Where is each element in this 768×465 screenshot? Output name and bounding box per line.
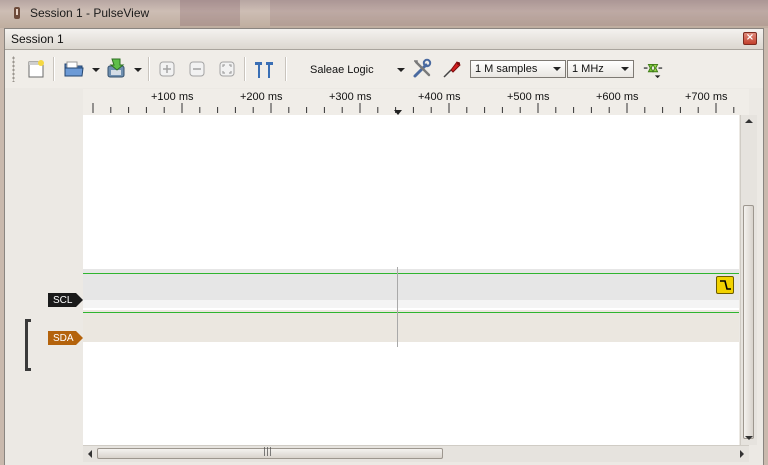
ruler-label: +600 ms xyxy=(596,91,639,103)
toolbar-separator xyxy=(53,57,55,81)
scroll-grip-icon: ||| xyxy=(263,447,273,457)
vertical-scrollbar[interactable] xyxy=(740,115,757,445)
samplerate-value: 1 MHz xyxy=(572,63,604,75)
open-dropdown-icon[interactable] xyxy=(92,68,100,72)
zoom-in-button[interactable] xyxy=(156,58,178,80)
signal-group-bracket[interactable] xyxy=(25,319,31,371)
window-title: Session 1 - PulseView xyxy=(30,6,150,20)
cursors-icon xyxy=(255,62,273,78)
signal-canvas[interactable] xyxy=(83,115,739,445)
chevron-down-icon xyxy=(621,67,629,71)
scroll-down-icon[interactable] xyxy=(745,435,753,441)
pulseview-app-icon xyxy=(14,7,20,19)
samplerate-select[interactable]: 1 MHz xyxy=(567,60,634,78)
signal-name-sda: SDA xyxy=(53,333,74,344)
session-title: Session 1 xyxy=(11,32,64,46)
vertical-scroll-thumb[interactable] xyxy=(743,205,754,439)
scl-trace xyxy=(83,273,739,274)
device-dropdown-icon[interactable] xyxy=(397,68,405,72)
ruler-label: +400 ms xyxy=(418,91,461,103)
trace-view: +100 ms +200 ms +300 ms +400 ms +500 ms … xyxy=(5,89,763,465)
device-config-button[interactable] xyxy=(411,58,433,80)
sda-trace xyxy=(83,312,739,313)
main-toolbar: Saleae Logic 1 M samples 1 MHz xyxy=(5,50,763,88)
zoom-out-button[interactable] xyxy=(186,58,208,80)
run-icon xyxy=(643,63,663,79)
time-cursor-line[interactable] xyxy=(397,267,398,347)
toolbar-separator xyxy=(244,57,246,81)
open-button[interactable] xyxy=(63,58,85,80)
run-button[interactable] xyxy=(642,58,664,80)
save-dropdown-icon[interactable] xyxy=(134,68,142,72)
session-titlebar[interactable]: Session 1 × xyxy=(5,29,763,50)
zoom-in-icon xyxy=(159,61,175,77)
save-icon xyxy=(107,58,125,78)
window-titlebar[interactable]: Session 1 - PulseView xyxy=(0,0,768,28)
toolbar-grip-icon[interactable] xyxy=(12,56,15,82)
sample-count-value: 1 M samples xyxy=(475,63,538,75)
device-selector-label[interactable]: Saleae Logic xyxy=(310,64,374,76)
probes-button[interactable] xyxy=(441,58,463,80)
scl-lane-lower xyxy=(83,300,739,308)
zoom-out-icon xyxy=(189,61,205,77)
falling-edge-icon xyxy=(720,280,731,290)
sample-count-select[interactable]: 1 M samples xyxy=(470,60,566,78)
trigger-falling-edge-button[interactable] xyxy=(716,276,734,294)
zoom-fit-icon xyxy=(219,61,235,77)
scroll-up-icon[interactable] xyxy=(745,118,753,124)
background-blur xyxy=(270,0,768,26)
scroll-left-icon[interactable] xyxy=(87,450,93,458)
session-window: Session 1 × Saleae Logic 1 M samples 1 M… xyxy=(4,28,764,465)
horizontal-scrollbar[interactable]: ||| xyxy=(83,445,749,462)
background-blur xyxy=(180,0,240,26)
new-session-button[interactable] xyxy=(25,58,47,80)
horizontal-scroll-thumb[interactable]: ||| xyxy=(97,447,443,459)
open-icon xyxy=(64,61,84,77)
toolbar-separator xyxy=(148,57,150,81)
close-button[interactable]: × xyxy=(743,32,757,45)
cursors-button[interactable] xyxy=(253,58,275,80)
save-button[interactable] xyxy=(105,58,127,80)
device-config-icon xyxy=(413,58,432,78)
time-ruler[interactable]: +100 ms +200 ms +300 ms +400 ms +500 ms … xyxy=(83,89,749,115)
signal-name-scl: SCL xyxy=(53,295,73,306)
ruler-label: +100 ms xyxy=(151,91,194,103)
toolbar-separator xyxy=(285,57,287,81)
sda-lane xyxy=(83,310,739,342)
probes-icon xyxy=(443,61,461,78)
chevron-down-icon xyxy=(553,67,561,71)
zoom-fit-button[interactable] xyxy=(216,58,238,80)
ruler-label: +200 ms xyxy=(240,91,283,103)
ruler-label: +300 ms xyxy=(329,91,372,103)
ruler-label: +700 ms xyxy=(685,91,728,103)
new-session-icon xyxy=(28,60,44,78)
scroll-right-icon[interactable] xyxy=(739,450,745,458)
ruler-label: +500 ms xyxy=(507,91,550,103)
